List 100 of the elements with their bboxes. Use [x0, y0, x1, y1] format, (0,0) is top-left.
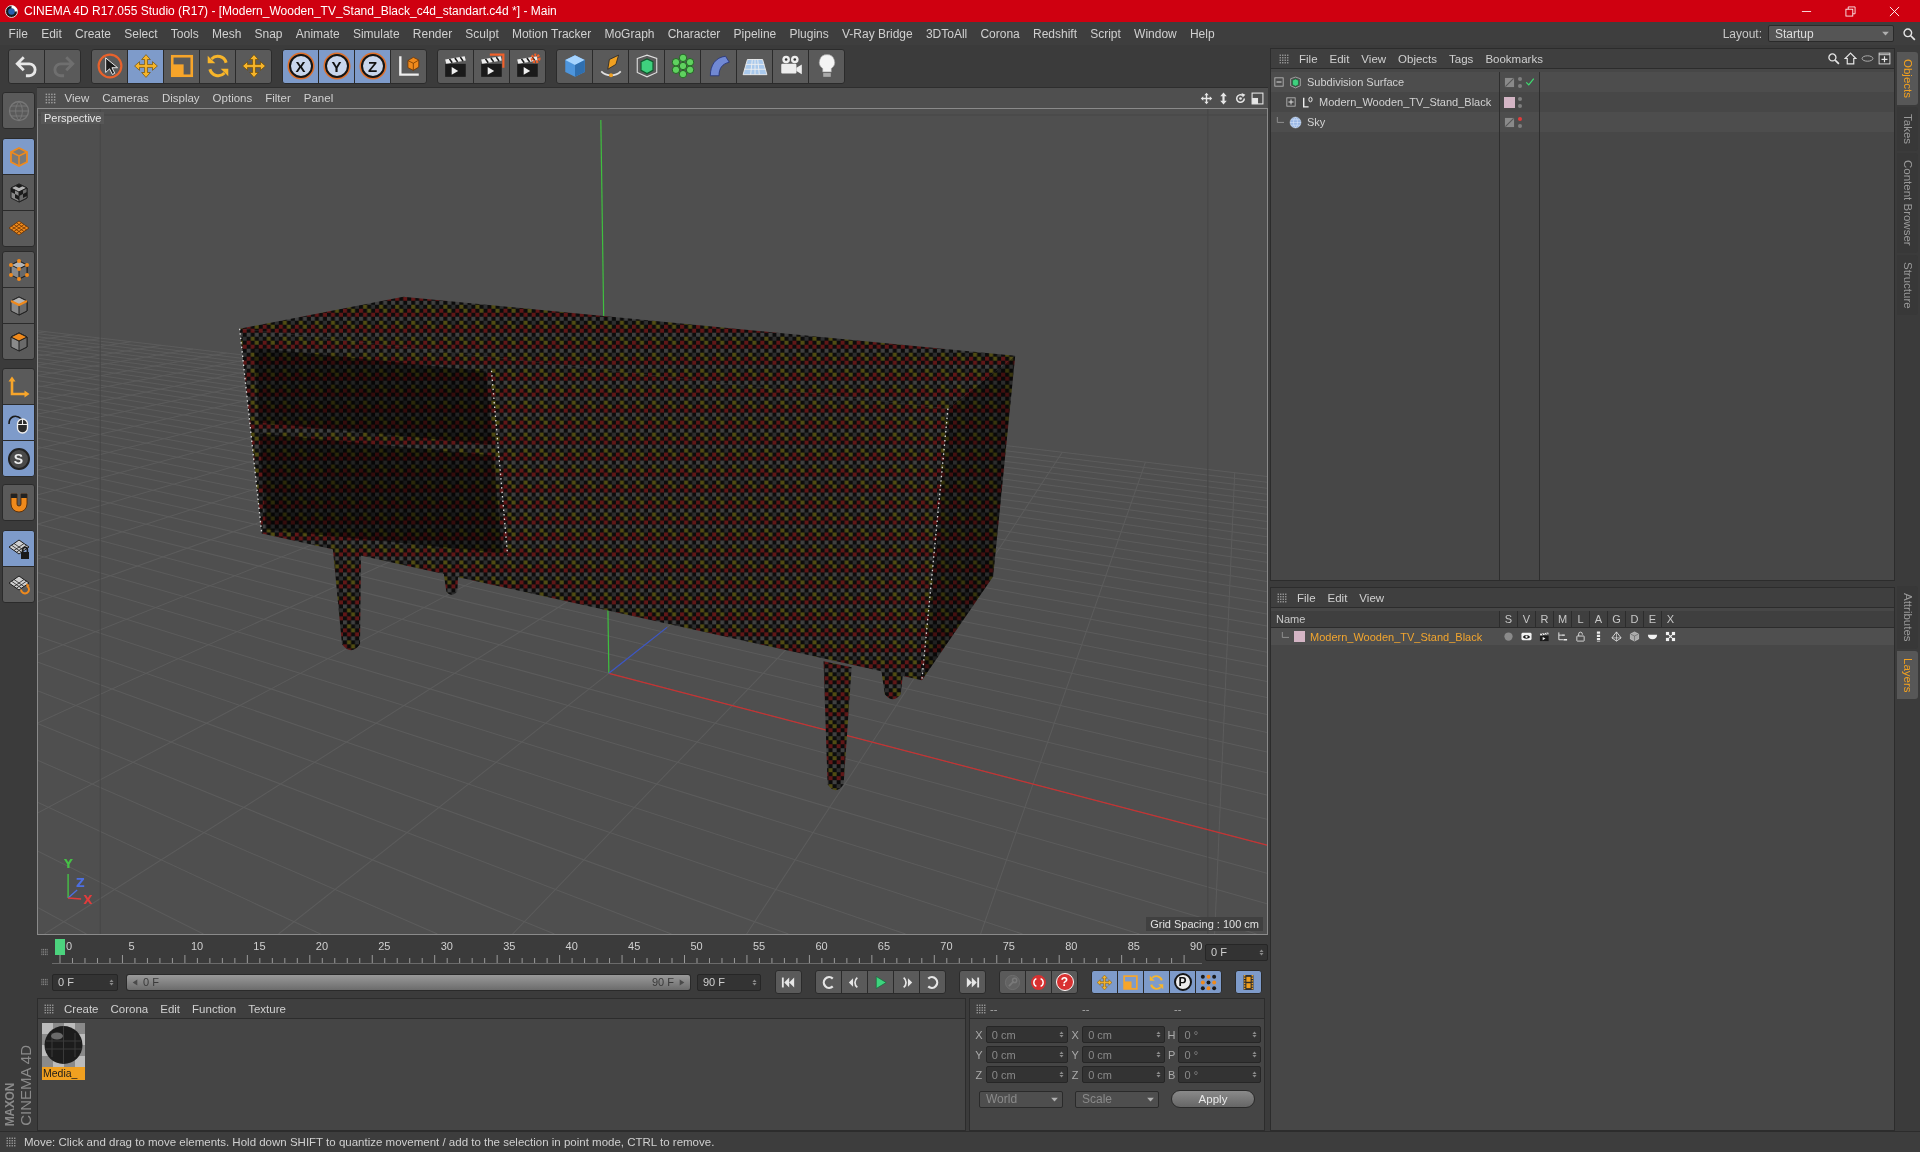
pyramid-icon[interactable]: [1610, 631, 1622, 642]
menu-item[interactable]: Select: [117, 26, 165, 41]
rotate-key-button[interactable]: [1143, 970, 1170, 994]
menu-item[interactable]: Edit: [1321, 591, 1354, 604]
go-to-end-button[interactable]: [959, 970, 986, 994]
grip-icon[interactable]: [45, 92, 56, 104]
column-header[interactable]: G: [1607, 610, 1625, 628]
menu-item[interactable]: Window: [1127, 26, 1184, 41]
axis-mode-button[interactable]: [2, 368, 35, 405]
menu-item[interactable]: Corona: [973, 26, 1027, 41]
menu-item[interactable]: Create: [68, 26, 118, 41]
menu-item[interactable]: Function: [186, 1002, 243, 1015]
parameter-key-button[interactable]: P: [1169, 970, 1196, 994]
expand-icon[interactable]: [1286, 97, 1296, 107]
edges-mode-button[interactable]: [2, 287, 35, 324]
slashed-square-icon[interactable]: [1504, 76, 1515, 88]
coordinate-system-button[interactable]: [390, 48, 427, 84]
menu-item[interactable]: Redshift: [1026, 26, 1084, 41]
layer-swatch[interactable]: [1504, 96, 1515, 108]
column-header[interactable]: D: [1625, 610, 1643, 628]
render-button[interactable]: [473, 48, 510, 84]
collapse-icon[interactable]: [1274, 77, 1284, 87]
end-frame-field[interactable]: 90 F: [697, 973, 761, 991]
menu-item[interactable]: 3DToAll: [919, 26, 974, 41]
undo-button[interactable]: [8, 48, 45, 84]
menu-item[interactable]: Corona: [104, 1002, 155, 1015]
right-arrow-icon[interactable]: [678, 977, 686, 987]
add-panel-icon[interactable]: [1878, 52, 1891, 65]
search-icon[interactable]: [1902, 26, 1916, 41]
menu-item[interactable]: Edit: [34, 26, 69, 41]
menu-item[interactable]: View: [1353, 591, 1391, 604]
grip-icon[interactable]: [976, 1003, 986, 1014]
layer-swatch[interactable]: [1294, 631, 1305, 642]
menu-item[interactable]: View: [58, 92, 96, 104]
dot-icon[interactable]: [1502, 631, 1514, 642]
menu-item[interactable]: Help: [1183, 26, 1222, 41]
visibility-dot[interactable]: [1518, 96, 1522, 101]
timeline-button[interactable]: [1235, 970, 1262, 994]
timeline-ruler[interactable]: 0 5 10 15 20 25 30 35 40 45 50 55 60 65 70 75 80 85 90: [52, 937, 1202, 967]
points-mode-button[interactable]: [2, 251, 35, 288]
home-icon[interactable]: [1844, 52, 1857, 65]
axis-lock-button[interactable]: Y: [318, 48, 355, 84]
coordinate-field[interactable]: 0 °: [1178, 1026, 1261, 1043]
column-header[interactable]: A: [1589, 610, 1607, 628]
menu-item[interactable]: Edit: [1323, 52, 1356, 65]
column-header[interactable]: Name: [1271, 613, 1499, 625]
light-button[interactable]: [808, 48, 845, 84]
menu-item[interactable]: Edit: [154, 1002, 187, 1015]
render-view-button[interactable]: [437, 48, 474, 84]
coordinate-field[interactable]: 0 cm: [985, 1066, 1069, 1083]
pen-button[interactable]: [592, 48, 629, 84]
move-tool-button[interactable]: [235, 48, 272, 84]
subdivision-button[interactable]: [628, 48, 665, 84]
hierarchy-icon[interactable]: [1556, 631, 1568, 642]
menu-item[interactable]: Simulate: [346, 26, 407, 41]
current-frame-field[interactable]: 0 F: [1205, 943, 1268, 961]
previous-frame-button[interactable]: [841, 970, 868, 994]
menu-item[interactable]: Tools: [164, 26, 206, 41]
column-header[interactable]: M: [1553, 610, 1571, 628]
camera-button[interactable]: [772, 48, 809, 84]
menu-item[interactable]: V-Ray Bridge: [835, 26, 920, 41]
menu-item[interactable]: Tags: [1443, 52, 1480, 65]
go-to-start-button[interactable]: [775, 970, 802, 994]
node-icon[interactable]: [1664, 631, 1676, 642]
menu-item[interactable]: Script: [1083, 26, 1128, 41]
coordinate-field[interactable]: 0 °: [1178, 1066, 1261, 1083]
column-header[interactable]: R: [1535, 610, 1553, 628]
coordinate-field[interactable]: 0 °: [1178, 1046, 1261, 1063]
grid-rotate-button[interactable]: [2, 566, 35, 603]
menu-item[interactable]: Objects: [1392, 52, 1444, 65]
magnet-button[interactable]: [2, 484, 35, 521]
restore-icon[interactable]: [1845, 5, 1856, 17]
coordinate-field[interactable]: 0 cm: [985, 1026, 1069, 1043]
panel-tab[interactable]: Layers: [1897, 650, 1918, 700]
eye-icon[interactable]: [1520, 631, 1532, 642]
column-header[interactable]: L: [1571, 610, 1589, 628]
grip-icon[interactable]: [1277, 592, 1287, 603]
object-name[interactable]: Subdivision Surface: [1307, 76, 1405, 88]
selection-tool-button[interactable]: [91, 48, 128, 84]
menu-item[interactable]: View: [1355, 52, 1393, 65]
visibility-dot[interactable]: [1518, 116, 1522, 121]
point-level-button[interactable]: [1195, 970, 1222, 994]
visibility-dot[interactable]: [1518, 123, 1522, 128]
padlock-icon[interactable]: [1574, 631, 1586, 642]
render-settings-button[interactable]: [509, 48, 546, 84]
visibility-dot[interactable]: [1518, 76, 1522, 81]
scale-tool-button[interactable]: [163, 48, 200, 84]
search-icon[interactable]: [1827, 52, 1840, 65]
next-frame-button[interactable]: [893, 970, 920, 994]
start-frame-field[interactable]: 0 F: [52, 973, 118, 991]
object-name[interactable]: Sky: [1307, 116, 1326, 128]
move-key-button[interactable]: [1091, 970, 1118, 994]
menu-item[interactable]: Display: [155, 92, 207, 104]
menu-item[interactable]: Render: [406, 26, 459, 41]
object-name[interactable]: Modern_Wooden_TV_Stand_Black: [1319, 96, 1492, 108]
cube-button[interactable]: [556, 48, 593, 84]
column-header[interactable]: X: [1661, 610, 1679, 628]
move-arrows-icon[interactable]: [1200, 91, 1213, 105]
grip-icon[interactable]: [1279, 53, 1289, 64]
column-header[interactable]: E: [1643, 610, 1661, 628]
